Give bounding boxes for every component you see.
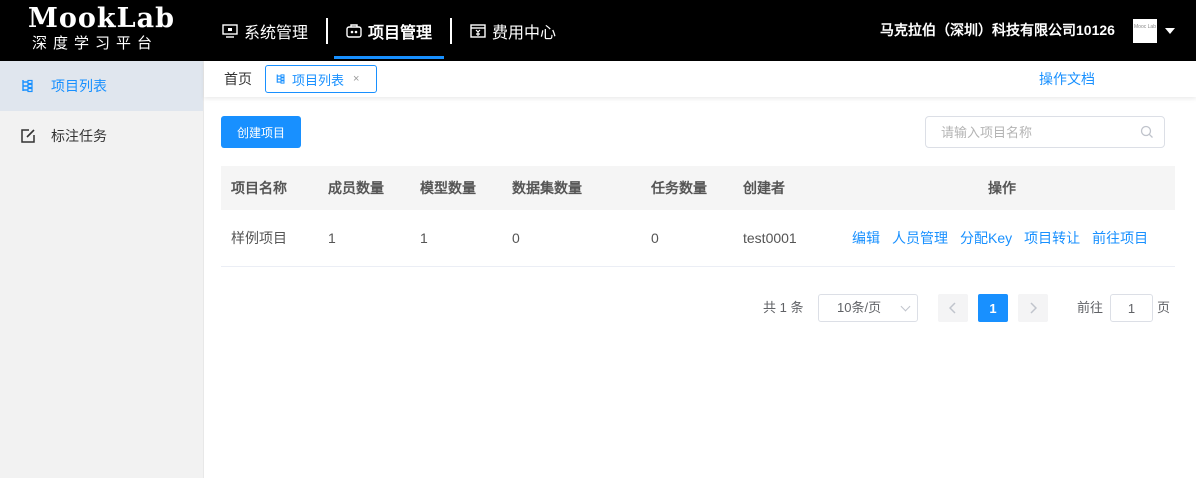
logo[interactable]: MookLab 深度学习平台 xyxy=(28,4,178,54)
member-management-link[interactable]: 人员管理 xyxy=(892,228,948,248)
column-header: 成员数量 xyxy=(328,180,384,196)
row-actions: 编辑 人员管理 分配Key 项目转让 前往项目 xyxy=(852,210,1160,266)
project-list-icon xyxy=(22,79,33,93)
docs-link[interactable]: 操作文档 xyxy=(1039,61,1095,97)
close-icon[interactable]: × xyxy=(353,73,359,85)
topnav-label: 系统管理 xyxy=(244,24,309,42)
create-project-button[interactable]: 创建项目 xyxy=(221,116,301,148)
table-row: 样例项目 1 1 0 0 test0001 编辑 人员管理 分配Key 项目转让… xyxy=(221,210,1175,267)
tab-project-list[interactable]: 项目列表 × xyxy=(265,65,377,93)
cell-members: 1 xyxy=(328,230,336,246)
page-size-select[interactable]: 10条/页 xyxy=(818,294,918,322)
transfer-project-link[interactable]: 项目转让 xyxy=(1024,228,1080,248)
monitor-icon xyxy=(222,23,238,38)
briefcase-icon xyxy=(346,23,362,38)
topnav-label: 费用中心 xyxy=(492,24,557,42)
goto-page-input[interactable] xyxy=(1110,294,1153,322)
topnav-label: 项目管理 xyxy=(368,24,433,42)
column-header: 模型数量 xyxy=(420,180,476,196)
search-box xyxy=(925,116,1165,148)
topnav-system-management[interactable]: 系统管理 xyxy=(210,0,320,61)
assign-key-link[interactable]: 分配Key xyxy=(960,228,1012,248)
topnav-billing-center[interactable]: 费用中心 xyxy=(458,0,568,61)
projects-table: 项目名称 成员数量 模型数量 数据集数量 任务数量 创建者 操作 样例项目 1 … xyxy=(221,166,1175,267)
go-to-project-link[interactable]: 前往项目 xyxy=(1092,228,1148,248)
nav-divider xyxy=(450,17,453,44)
chevron-down-icon xyxy=(900,301,911,312)
company-name: 马克拉伯（深圳）科技有限公司10126 xyxy=(880,22,1115,38)
cell-project-name: 样例项目 xyxy=(231,230,287,246)
column-header: 项目名称 xyxy=(231,180,287,196)
logo-sub-text: 深度学习平台 xyxy=(32,35,159,52)
sidebar: 项目列表 标注任务 xyxy=(0,61,204,478)
project-list-icon xyxy=(276,74,285,84)
nav-divider xyxy=(326,17,329,44)
chevron-down-icon[interactable] xyxy=(1165,28,1175,34)
sidebar-item-project-list[interactable]: 项目列表 xyxy=(0,61,203,111)
next-page-button[interactable] xyxy=(1018,294,1048,322)
edit-link[interactable]: 编辑 xyxy=(852,228,880,248)
pagination-total: 共 1 条 xyxy=(763,300,804,315)
column-header: 操作 xyxy=(988,180,1016,196)
column-header: 创建者 xyxy=(743,180,785,196)
page-size-value: 10条/页 xyxy=(837,300,882,315)
top-header: MookLab 深度学习平台 系统管理 项目管理 费用中心 马克拉伯（深圳）科技… xyxy=(0,0,1196,61)
chevron-left-icon xyxy=(949,302,956,314)
top-nav: 系统管理 项目管理 费用中心 xyxy=(210,0,568,61)
sidebar-item-annotation-tasks[interactable]: 标注任务 xyxy=(0,111,203,161)
chevron-right-icon xyxy=(1030,302,1037,314)
cell-creator: test0001 xyxy=(743,230,797,246)
wallet-icon xyxy=(470,23,486,38)
column-header: 任务数量 xyxy=(651,180,707,196)
cell-models: 1 xyxy=(420,230,428,246)
edit-icon xyxy=(21,129,35,143)
prev-page-button[interactable] xyxy=(938,294,968,322)
sidebar-item-label: 标注任务 xyxy=(51,128,107,144)
cell-datasets: 0 xyxy=(512,230,520,246)
avatar[interactable]: Mooc Lab xyxy=(1133,19,1157,43)
page-number-button[interactable]: 1 xyxy=(978,294,1008,322)
page-label: 页 xyxy=(1157,300,1171,315)
tab-bar: 首页 项目列表 × 操作文档 xyxy=(204,61,1196,97)
table-header: 项目名称 成员数量 模型数量 数据集数量 任务数量 创建者 操作 xyxy=(221,166,1175,210)
goto-label: 前往 xyxy=(1077,300,1104,315)
tab-label: 项目列表 xyxy=(292,72,345,88)
column-header: 数据集数量 xyxy=(512,180,582,196)
tab-home[interactable]: 首页 xyxy=(224,61,252,97)
logo-main-text: MookLab xyxy=(28,3,175,34)
topnav-project-management[interactable]: 项目管理 xyxy=(334,0,445,61)
search-icon[interactable] xyxy=(1140,125,1154,139)
sidebar-item-label: 项目列表 xyxy=(51,78,107,94)
cell-tasks: 0 xyxy=(651,230,659,246)
search-input[interactable] xyxy=(926,117,1136,147)
